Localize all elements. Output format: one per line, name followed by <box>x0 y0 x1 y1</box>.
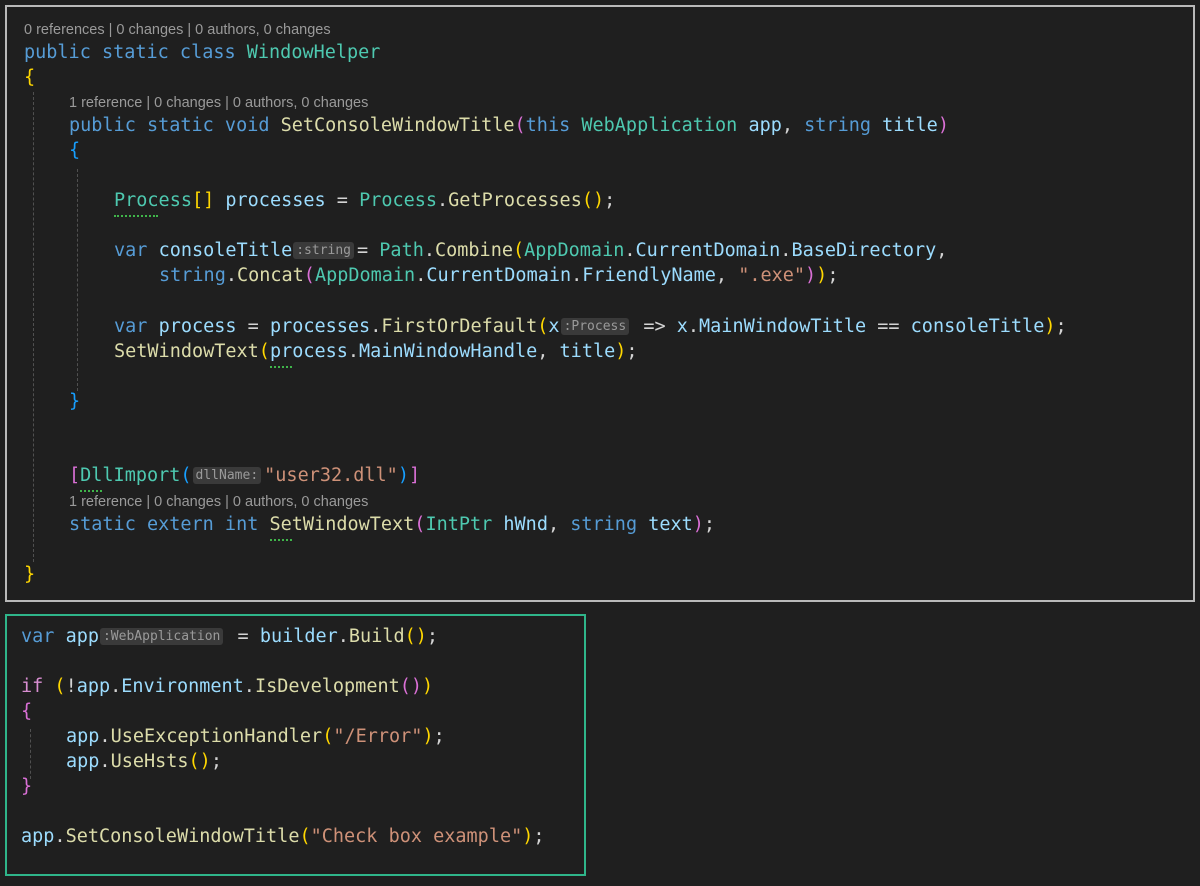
line-set-console-window-title: app.SetConsoleWindowTitle("Check box exa… <box>21 826 545 847</box>
class-name[interactable]: WindowHelper <box>247 42 381 63</box>
line-build-app: var app:WebApplication = builder.Build()… <box>21 626 439 647</box>
class-keywords: public static class <box>24 42 236 63</box>
method-close-brace: } <box>69 391 81 412</box>
line-console-title: var consoleTitle:string = Path.Combine(Ap… <box>114 240 948 261</box>
line-use-hsts: app.UseHsts(); <box>66 751 222 772</box>
extern-method-name[interactable]: SetWindowText <box>270 514 415 535</box>
method-open-brace: { <box>69 140 81 161</box>
indent-guide-method <box>77 169 78 391</box>
line-get-processes: Process[] processes = Process.GetProcess… <box>114 190 616 211</box>
codelens-extern[interactable]: 1 reference | 0 changes | 0 authors, 0 c… <box>69 493 368 511</box>
line-set-window-text-call: SetWindowText(process.MainWindowHandle, … <box>114 341 638 362</box>
method-name[interactable]: SetConsoleWindowTitle <box>281 115 515 136</box>
warning-squiggle <box>270 536 292 541</box>
class-open-brace: { <box>24 67 36 88</box>
line-if-development: if (!app.Environment.IsDevelopment()) <box>21 676 434 697</box>
method-declaration: public static void SetConsoleWindowTitle… <box>69 115 949 136</box>
indent-guide-if <box>30 729 31 779</box>
line-first-or-default: var process = processes.FirstOrDefault(x… <box>114 316 1067 337</box>
if-close-brace: } <box>21 776 33 797</box>
warning-squiggle <box>80 487 102 492</box>
if-open-brace: { <box>21 701 33 722</box>
window-helper-code-panel[interactable]: 0 references | 0 changes | 0 authors, 0 … <box>5 5 1195 602</box>
warning-squiggle <box>114 212 158 217</box>
inlay-hint-process: :Process <box>560 318 630 335</box>
class-close-brace: } <box>24 564 36 585</box>
warning-squiggle <box>270 363 292 368</box>
line-use-exception-handler: app.UseExceptionHandler("/Error"); <box>66 726 445 747</box>
indent-guide-class <box>33 92 34 562</box>
class-declaration: public static class WindowHelper <box>24 42 380 64</box>
inlay-hint-webapplication: :WebApplication <box>99 628 224 645</box>
program-code-panel[interactable]: var app:WebApplication = builder.Build()… <box>5 614 586 876</box>
codelens-method[interactable]: 1 reference | 0 changes | 0 authors, 0 c… <box>69 94 368 112</box>
inlay-hint-string: :string <box>293 242 355 259</box>
extern-declaration: static extern int SetWindowText(IntPtr h… <box>69 514 716 535</box>
inlay-hint-dllname: dllName: <box>192 467 262 484</box>
codelens-class[interactable]: 0 references | 0 changes | 0 authors, 0 … <box>24 21 331 39</box>
dllimport-attribute: [DllImport(dllName: "user32.dll")] <box>69 465 421 486</box>
line-string-concat: string.Concat(AppDomain.CurrentDomain.Fr… <box>159 265 839 286</box>
